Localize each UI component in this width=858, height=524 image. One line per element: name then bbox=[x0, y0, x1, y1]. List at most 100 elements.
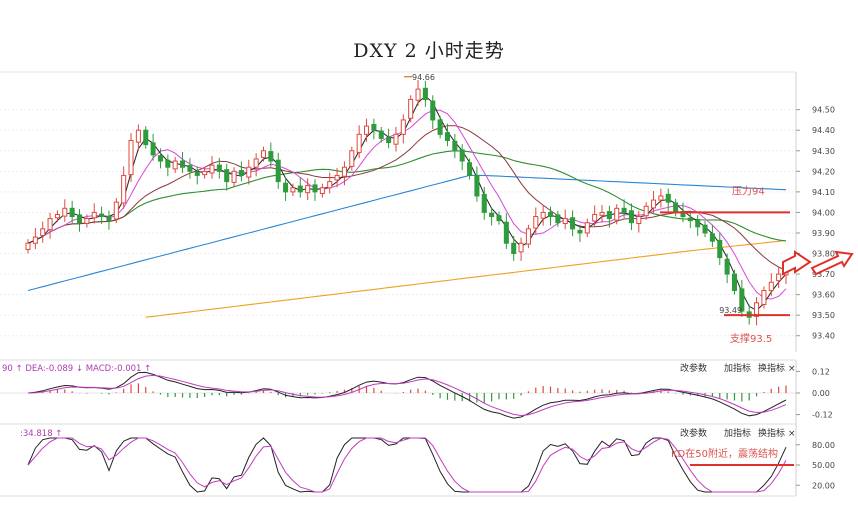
candle-body bbox=[702, 224, 708, 234]
candlestick bbox=[260, 146, 267, 162]
macd-button[interactable]: 改参数 bbox=[680, 362, 707, 374]
candlestick bbox=[496, 211, 502, 225]
kdj-button[interactable]: 加指标 bbox=[724, 427, 751, 439]
kdj-y-tick-label: 80.00 bbox=[812, 441, 835, 450]
candle-body bbox=[731, 273, 738, 292]
candle-body bbox=[687, 217, 693, 222]
macd-panel: 90 ↑ DEA:-0.089 ↓ MACD:-0.001 ↑ 改参数 加指标 换指… bbox=[0, 359, 833, 424]
candle-body bbox=[99, 213, 105, 218]
candlestick bbox=[25, 239, 31, 254]
candle-body bbox=[356, 133, 362, 153]
candlestick bbox=[430, 95, 436, 129]
candle-body bbox=[474, 174, 480, 197]
candle-body bbox=[25, 242, 31, 250]
candlestick bbox=[709, 224, 715, 247]
macd-button[interactable]: × bbox=[788, 364, 796, 374]
candlestick bbox=[327, 172, 333, 194]
kdj-button[interactable]: 换指标 bbox=[758, 427, 785, 439]
candlestick bbox=[121, 166, 127, 209]
candle-body bbox=[224, 169, 230, 183]
candlestick bbox=[312, 179, 318, 201]
candle-body bbox=[231, 170, 237, 183]
candlestick bbox=[768, 273, 774, 297]
candlestick bbox=[47, 212, 53, 239]
candlestick bbox=[113, 198, 119, 224]
low-price-label: 93.49 bbox=[719, 306, 742, 315]
candle-body bbox=[533, 216, 539, 229]
candle-body bbox=[525, 228, 531, 245]
candle-body bbox=[349, 150, 355, 167]
candle-body bbox=[584, 222, 590, 234]
candle-body bbox=[547, 211, 554, 218]
macd-dif-line bbox=[27, 371, 787, 419]
candle-body bbox=[628, 210, 634, 224]
candle-body bbox=[511, 242, 517, 255]
chart-canvas: 94.50 94.40 94.30 94.20 94.10 94.00 93.90 93.80… bbox=[0, 71, 854, 497]
candle-body bbox=[157, 155, 163, 162]
candlestick bbox=[180, 151, 186, 173]
candlestick bbox=[128, 133, 134, 183]
candle-body bbox=[327, 181, 333, 189]
candlestick bbox=[172, 156, 178, 173]
candlestick bbox=[503, 213, 509, 249]
candlestick bbox=[32, 228, 38, 249]
candlestick bbox=[238, 161, 244, 182]
candle-body bbox=[415, 88, 421, 101]
candle-body bbox=[121, 174, 127, 204]
y-tick-label: 94.20 bbox=[812, 167, 835, 176]
candle-body bbox=[386, 137, 392, 144]
candle-body bbox=[128, 139, 134, 176]
ma-orange-line bbox=[145, 239, 787, 318]
candle-body bbox=[297, 185, 303, 193]
macd-button[interactable]: 换指标 bbox=[758, 362, 785, 374]
candle-body bbox=[673, 202, 679, 213]
ma-green-line bbox=[27, 150, 787, 244]
candlestick bbox=[540, 205, 546, 226]
candlestick bbox=[459, 144, 465, 171]
candle-body bbox=[643, 205, 649, 217]
ma-fast-line bbox=[27, 95, 787, 312]
candlestick bbox=[62, 199, 68, 222]
kdj-y-tick-label: 20.00 bbox=[812, 481, 835, 490]
candle-body bbox=[444, 132, 450, 141]
candlestick bbox=[106, 210, 112, 230]
candlestick bbox=[275, 152, 281, 189]
y-tick-label: 94.00 bbox=[812, 208, 835, 217]
candlestick bbox=[400, 114, 406, 144]
candlestick bbox=[422, 80, 428, 107]
candle-body bbox=[54, 213, 60, 219]
candlestick bbox=[283, 177, 289, 201]
candlestick bbox=[731, 269, 738, 295]
candle-body bbox=[40, 228, 46, 236]
candlestick bbox=[91, 203, 97, 224]
support-label: 支撑93.5 bbox=[730, 332, 772, 345]
candle-body bbox=[202, 170, 208, 176]
candlestick bbox=[570, 210, 576, 237]
candlestick bbox=[562, 209, 568, 230]
candle-body bbox=[334, 174, 340, 181]
candle-body bbox=[776, 273, 782, 282]
candle-body bbox=[459, 149, 465, 162]
candlestick bbox=[165, 154, 171, 177]
candle-body bbox=[238, 169, 244, 176]
candlestick bbox=[525, 224, 531, 249]
candlestick bbox=[511, 235, 517, 261]
candle-body bbox=[621, 207, 627, 213]
candlestick bbox=[533, 207, 539, 234]
candle-body bbox=[268, 151, 274, 162]
candlestick bbox=[599, 205, 605, 223]
y-tick-label: 94.30 bbox=[812, 147, 835, 156]
candle-body bbox=[562, 218, 568, 225]
candlestick bbox=[702, 221, 708, 238]
candlestick bbox=[386, 128, 392, 149]
kdj-button[interactable]: 改参数 bbox=[680, 427, 707, 439]
candle-body bbox=[695, 220, 701, 228]
candlestick bbox=[658, 188, 664, 208]
candlestick bbox=[187, 158, 193, 179]
macd-button[interactable]: 加指标 bbox=[724, 362, 751, 374]
candlestick bbox=[253, 153, 259, 177]
candle-body bbox=[283, 182, 289, 193]
kdj-button[interactable]: × bbox=[788, 429, 796, 439]
candle-body bbox=[253, 158, 259, 168]
candlestick bbox=[143, 126, 149, 149]
